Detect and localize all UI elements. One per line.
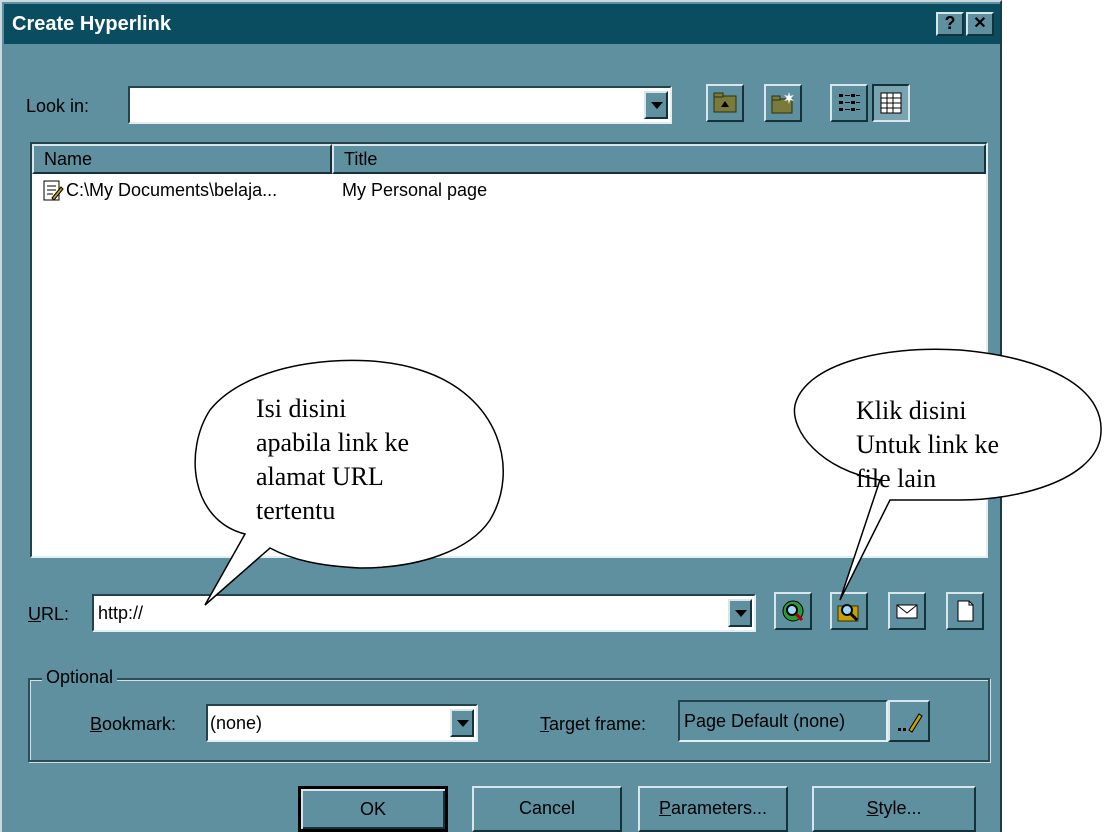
left-callout-text: Isi disini apabila link ke alamat URL te… (256, 394, 410, 525)
right-callout-text: Klik disini Untuk link ke file lain (856, 396, 999, 493)
